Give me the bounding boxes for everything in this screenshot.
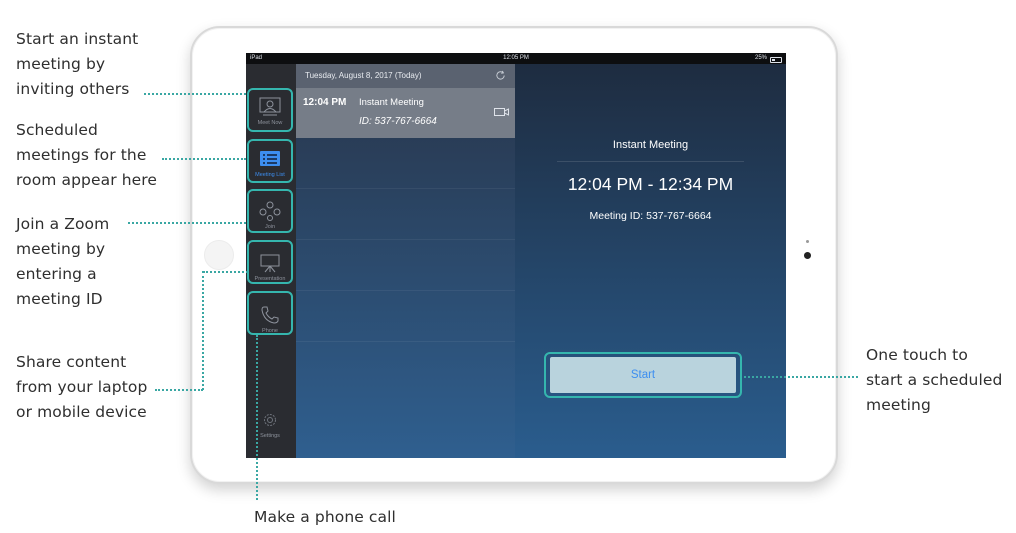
start-button[interactable]: Start [550, 357, 736, 393]
battery-icon [770, 56, 782, 63]
highlight-phone [247, 291, 293, 335]
start-highlight: Start [544, 352, 742, 398]
detail-title: Instant Meeting [612, 139, 689, 151]
meeting-row[interactable]: 12:04 PM Instant Meeting ID: 537-767-666… [296, 88, 515, 138]
connector-share-vertical [202, 271, 204, 390]
callout-phone: Make a phone call [254, 508, 396, 526]
meeting-id: ID: 537-767-6664 [359, 116, 437, 127]
highlight-meet-now [247, 88, 293, 132]
callout-meeting-list: Scheduled meetings for the room appear h… [16, 121, 158, 189]
detail-divider [557, 161, 744, 162]
highlight-presentation [247, 240, 293, 284]
connector-phone [256, 335, 258, 500]
refresh-icon[interactable] [495, 70, 506, 81]
highlight-meeting-list [247, 139, 293, 183]
tablet-screen: iPad 12:05 PM 25% Meet Now Meeting List … [246, 53, 786, 458]
list-divider [296, 138, 515, 189]
connector-meet-now [144, 93, 246, 95]
callout-meet-now: Start an instant meeting by inviting oth… [16, 30, 139, 98]
status-time: 12:05 PM [503, 55, 529, 61]
connector-share-top [203, 271, 248, 273]
front-sensor [806, 240, 809, 243]
meeting-title: Instant Meeting [359, 97, 424, 108]
detail-time-range: 12:04 PM - 12:34 PM [567, 174, 734, 194]
meeting-list-header: Tuesday, August 8, 2017 (Today) [296, 64, 515, 88]
connector-share-bottom [155, 389, 203, 391]
front-camera [804, 252, 811, 259]
detail-meeting-id: Meeting ID: 537-767-6664 [589, 210, 712, 222]
meeting-time: 12:04 PM [303, 97, 347, 108]
callout-join: Join a Zoom meeting by entering a meetin… [16, 215, 110, 308]
date-header: Tuesday, August 8, 2017 (Today) [305, 71, 422, 80]
status-bar: iPad 12:05 PM 25% [246, 53, 786, 64]
connector-meeting-list [162, 158, 246, 160]
list-divider [296, 189, 515, 240]
callout-start: One touch to start a scheduled meeting [866, 346, 1003, 414]
list-divider [296, 291, 515, 342]
video-camera-icon [494, 108, 509, 116]
home-button[interactable] [204, 240, 234, 270]
connector-join [128, 222, 246, 224]
connector-start [744, 376, 858, 378]
battery-percent: 25% [754, 55, 767, 61]
meeting-list-panel: Tuesday, August 8, 2017 (Today) 12:04 PM… [296, 64, 515, 458]
status-battery: 25% [755, 53, 782, 64]
highlight-join [247, 189, 293, 233]
gear-icon [264, 414, 276, 426]
meeting-detail-panel: Instant Meeting 12:04 PM - 12:34 PM Meet… [515, 64, 786, 458]
sidebar-item-label: Settings [260, 433, 280, 439]
list-divider [296, 240, 515, 291]
callout-share: Share content from your laptop or mobile… [16, 353, 148, 421]
